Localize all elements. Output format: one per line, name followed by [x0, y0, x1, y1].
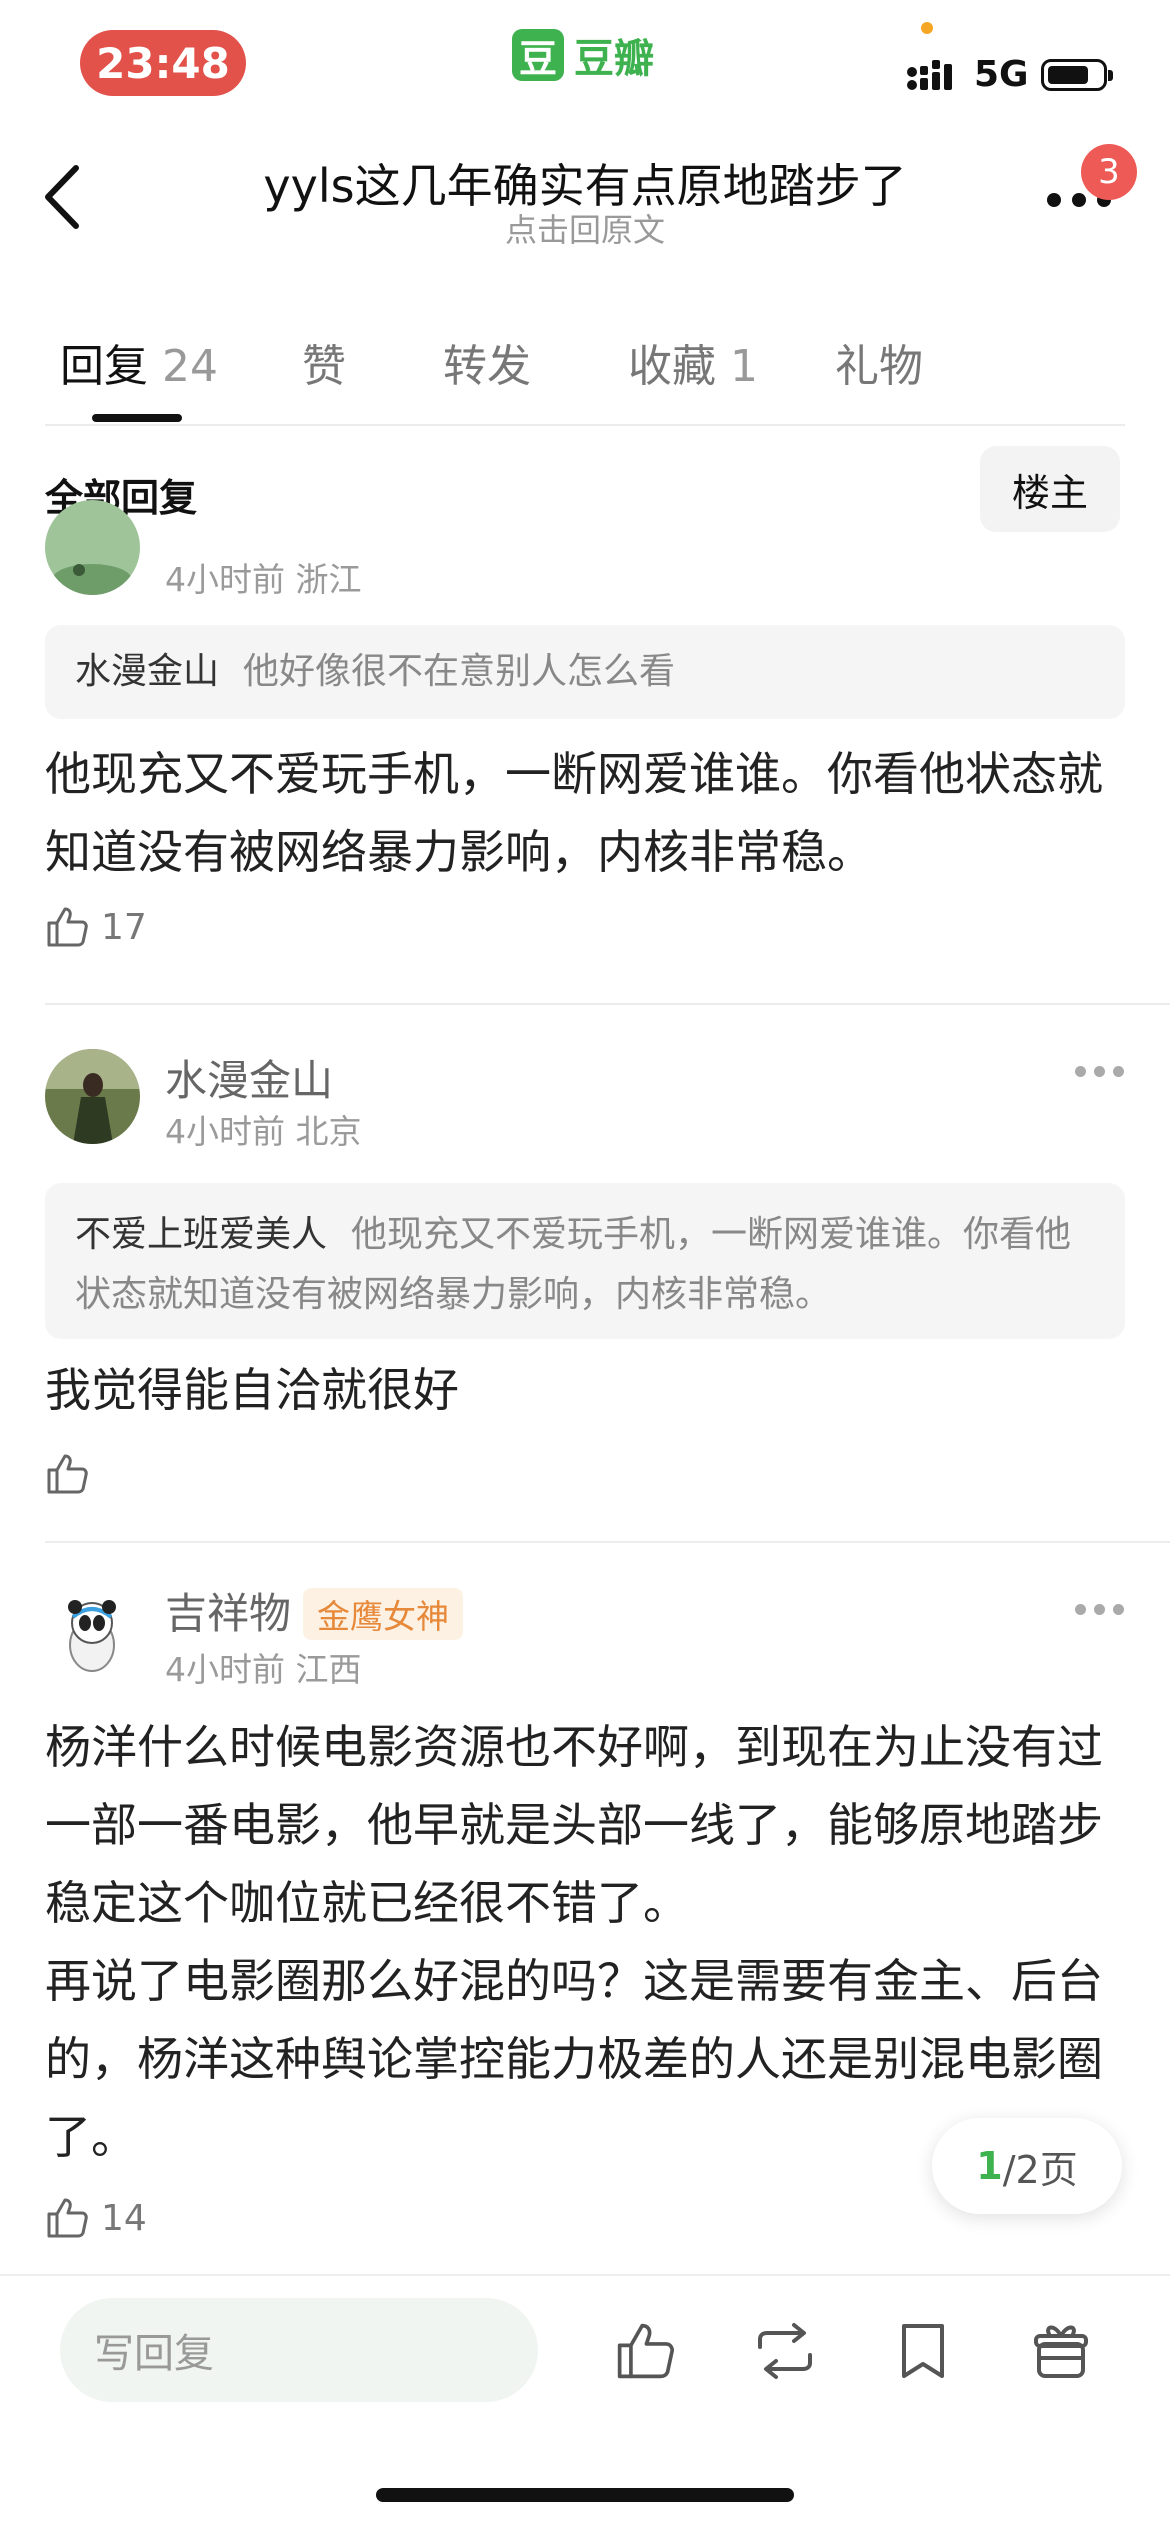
comment-meta: 4小时前 浙江	[165, 560, 362, 599]
tab-count: 1	[730, 341, 758, 392]
comment-more-button[interactable]	[1075, 1066, 1124, 1077]
battery-icon	[1040, 58, 1113, 91]
avatar-image	[45, 1587, 140, 1682]
status-time: 23:48	[80, 30, 246, 96]
dot-icon	[1075, 1604, 1086, 1615]
avatar[interactable]	[45, 1587, 140, 1682]
quoted-username[interactable]: 不爱上班爱美人	[75, 1214, 327, 1255]
quoted-reply: 水漫金山 他好像很不在意别人怎么看	[45, 625, 1125, 719]
quoted-username[interactable]: 水漫金山	[75, 651, 219, 692]
comment-meta: 4小时前 北京	[165, 1112, 362, 1151]
network-type: 5G	[974, 54, 1029, 95]
comment-username[interactable]: 水漫金山	[165, 1047, 333, 1108]
dot-icon	[1113, 1066, 1124, 1077]
home-indicator	[376, 2488, 794, 2502]
comment-divider	[45, 1541, 1170, 1543]
thumbs-up-icon	[47, 2198, 88, 2238]
quoted-reply: 不爱上班爱美人 他现充又不爱玩手机，一断网爱谁谁。你看他状态就知道没有被网络暴力影…	[45, 1183, 1125, 1339]
notification-badge: 3	[1081, 144, 1137, 200]
comment-content: 我觉得能自洽就很好	[45, 1363, 459, 1417]
back-to-original-link[interactable]: 点击回原文	[0, 205, 1170, 251]
like-button[interactable]: 14	[45, 2196, 147, 2240]
comment-more-button[interactable]	[1075, 1604, 1124, 1615]
thumbs-up-icon	[47, 1454, 88, 1494]
repost-button[interactable]	[750, 2316, 820, 2386]
tab-favorites[interactable]: 收藏 1	[628, 330, 758, 394]
tab-likes[interactable]: 赞	[302, 330, 346, 394]
tab-replies[interactable]: 回复 24	[60, 330, 218, 394]
dot-icon	[1075, 1066, 1086, 1077]
like-button[interactable]: 17	[45, 905, 147, 949]
tab-reposts[interactable]: 转发	[443, 330, 531, 394]
active-tab-indicator	[92, 414, 182, 422]
like-button[interactable]	[45, 1452, 101, 1496]
avatar-image	[45, 500, 140, 595]
comment-username[interactable]: 吉祥物	[165, 1580, 291, 1641]
comment-divider	[45, 1003, 1170, 1005]
app-name: 豆瓣	[574, 36, 654, 82]
comment-content: 杨洋什么时候电影资源也不好啊，到现在为止没有过一部一番电影，他早就是头部一线了，…	[45, 1708, 1130, 2176]
thumbs-up-icon	[47, 907, 88, 947]
repost-icon	[758, 2323, 812, 2379]
user-badge: 金鹰女神	[303, 1588, 463, 1640]
status-icons: 5G	[906, 54, 1113, 95]
like-count: 14	[101, 2197, 147, 2239]
dot-icon	[1094, 1604, 1105, 1615]
dot-icon	[1094, 1066, 1105, 1077]
op-filter-button[interactable]: 楼主	[980, 446, 1120, 532]
gift-button[interactable]	[1026, 2316, 1096, 2386]
comment-paragraph: 杨洋什么时候电影资源也不好啊，到现在为止没有过一部一番电影，他早就是头部一线了，…	[45, 1720, 1103, 1930]
tab-count: 24	[162, 341, 218, 392]
pagination-indicator[interactable]: 1/2页	[932, 2118, 1122, 2214]
avatar[interactable]	[45, 500, 140, 595]
bookmark-icon	[902, 2324, 944, 2378]
dot-icon	[1113, 1604, 1124, 1615]
tab-label: 收藏	[628, 341, 716, 392]
bookmark-button[interactable]	[888, 2316, 958, 2386]
avatar-image	[45, 1049, 140, 1144]
tab-gifts[interactable]: 礼物	[835, 330, 923, 394]
comment-content: 他现充又不爱玩手机，一断网爱谁谁。你看他状态就知道没有被网络暴力影响，内核非常稳…	[45, 747, 1103, 879]
comment-meta: 4小时前 江西	[165, 1650, 362, 1689]
tab-label: 回复	[60, 341, 148, 392]
like-post-button[interactable]	[610, 2316, 680, 2386]
douban-logo-icon: 豆	[512, 29, 564, 81]
privacy-dot-icon	[921, 22, 933, 34]
gift-icon	[1034, 2325, 1088, 2378]
avatar[interactable]	[45, 1049, 140, 1144]
reply-input[interactable]: 写回复	[60, 2298, 538, 2402]
thumbs-up-icon	[617, 2323, 674, 2379]
current-page: 1	[976, 2144, 1003, 2188]
signal-icon	[907, 59, 952, 90]
like-count: 17	[101, 906, 147, 948]
total-pages: /2页	[1002, 2147, 1078, 2192]
tabs-divider	[45, 424, 1125, 426]
app-indicator: 豆 豆瓣	[512, 26, 654, 84]
quoted-text: 他好像很不在意别人怎么看	[243, 651, 676, 692]
